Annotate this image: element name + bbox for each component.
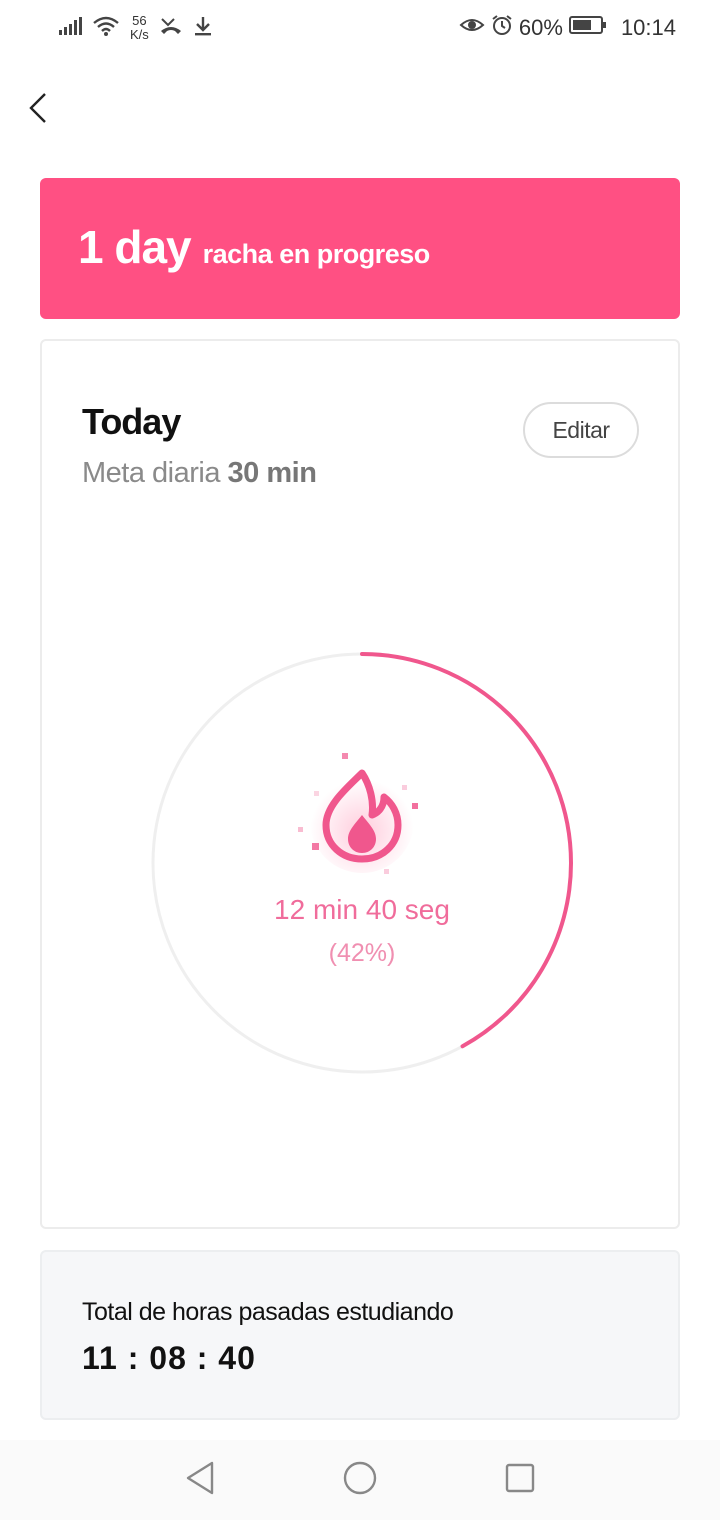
clock: 10:14 <box>620 15 676 40</box>
total-label: Total de horas pasadas estudiando <box>82 1298 454 1326</box>
eye-icon <box>459 15 485 41</box>
missed-call-icon <box>159 15 183 42</box>
wifi-icon <box>92 15 120 42</box>
status-bar: 56 K/s 60% 10:14 <box>0 0 720 56</box>
progress-ring <box>42 341 682 1231</box>
total-study-card: Total de horas pasadas estudiando 11 : 0… <box>40 1250 680 1420</box>
back-triangle-icon <box>184 1461 216 1500</box>
speed-unit: K/s <box>130 27 149 42</box>
recents-square-icon <box>504 1462 536 1499</box>
home-circle-icon <box>342 1460 378 1501</box>
status-left: 56 K/s <box>58 10 213 46</box>
progress-time: 12 min 40 seg <box>274 894 450 925</box>
alarm-icon <box>491 14 513 42</box>
chevron-left-icon <box>28 92 48 129</box>
flame-icon <box>298 753 418 874</box>
network-speed: 56 K/s <box>130 14 149 42</box>
download-icon <box>193 15 213 42</box>
nav-home-button[interactable] <box>338 1458 382 1502</box>
nav-back-button[interactable] <box>178 1458 222 1502</box>
progress-percent: (42%) <box>328 939 396 967</box>
today-card: Today Meta diaria 30 min Editar 12 min 4… <box>40 339 680 1229</box>
streak-banner: 1 day racha en progreso <box>40 178 680 319</box>
speed-value: 56 <box>132 13 147 28</box>
signal-icon <box>58 16 82 40</box>
total-value: 11 : 08 : 40 <box>82 1340 256 1376</box>
battery-percent: 60% <box>518 15 563 40</box>
streak-label: racha en progreso <box>202 239 431 269</box>
streak-days: 1 day <box>78 221 192 273</box>
nav-recents-button[interactable] <box>498 1458 542 1502</box>
status-right: 60% 10:14 <box>459 12 676 44</box>
system-nav-bar <box>0 1440 720 1520</box>
back-button[interactable] <box>20 88 56 132</box>
battery-icon <box>568 15 607 41</box>
